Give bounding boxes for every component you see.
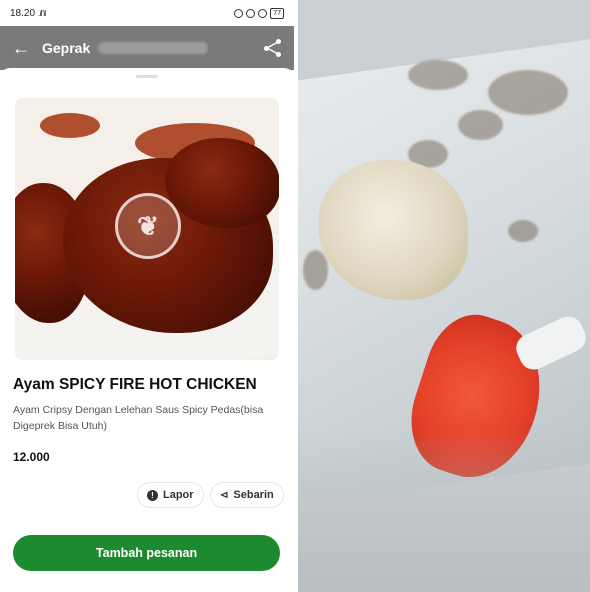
alert-icon: ! bbox=[147, 489, 158, 501]
add-to-order-button[interactable]: Tambah pesanan bbox=[13, 535, 280, 571]
phone-screenshot: 18.20 .ıl"ıl 77 ← Geprak ❦ Ayam SPICY FI… bbox=[0, 0, 294, 592]
location-icon bbox=[246, 8, 256, 18]
arrow-left-icon[interactable]: ← bbox=[12, 38, 38, 59]
blurred-store-name bbox=[98, 42, 209, 54]
product-sheet: ❦ Ayam SPICY FIRE HOT CHICKEN Ayam Crips… bbox=[0, 68, 294, 592]
battery-icon: 77 bbox=[270, 7, 284, 19]
alarm-icon bbox=[258, 8, 268, 18]
share-small-icon: ⊲ bbox=[220, 489, 229, 501]
signal-icon: .ıl"ıl bbox=[38, 8, 46, 18]
share-label: Sebarin bbox=[233, 489, 274, 501]
real-food-photo bbox=[298, 0, 590, 592]
report-label: Lapor bbox=[163, 489, 194, 501]
product-description: Ayam Cripsy Dengan Lelehan Saus Spicy Pe… bbox=[13, 404, 264, 432]
product-price: 12.000 bbox=[13, 450, 50, 464]
page-title: Geprak bbox=[42, 40, 91, 56]
share-icon[interactable] bbox=[264, 39, 282, 57]
app-bar: ← Geprak bbox=[0, 26, 294, 70]
report-button[interactable]: ! Lapor bbox=[137, 482, 204, 508]
status-bar: 18.20 .ıl"ıl 77 bbox=[0, 0, 294, 26]
restaurant-logo-icon: ❦ bbox=[115, 193, 181, 259]
sheet-handle[interactable] bbox=[136, 75, 158, 78]
share-button[interactable]: ⊲ Sebarin bbox=[210, 482, 284, 508]
notification-icon bbox=[234, 8, 244, 18]
product-image: ❦ bbox=[15, 98, 279, 360]
clock: 18.20 bbox=[10, 7, 36, 19]
product-title: Ayam SPICY FIRE HOT CHICKEN bbox=[13, 376, 257, 393]
